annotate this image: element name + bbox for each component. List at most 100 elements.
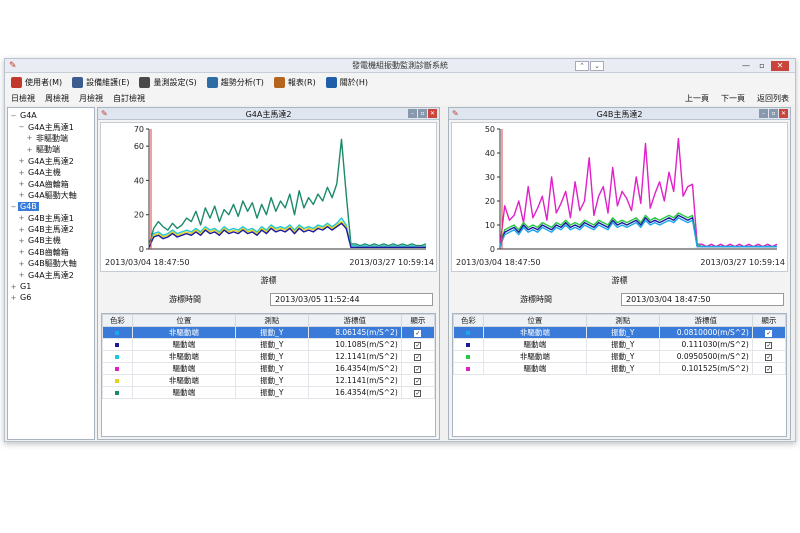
table-row[interactable]: 非驅動端 振動_Y 12.1141(m/S^2) ✓ (102, 374, 435, 387)
visible-checkbox[interactable]: ✓ (414, 354, 422, 361)
menu-item-settings[interactable]: 量測設定(S) (139, 76, 197, 88)
cursor-time-field[interactable]: 2013/03/04 18:47:50 (621, 292, 784, 306)
table-row[interactable]: 驅動端 振動_Y 10.1085(m/S^2) ✓ (102, 338, 435, 351)
tree-node[interactable]: + G4A主馬達2 (8, 269, 94, 280)
chart-svg[interactable]: 0 20 40 60 70 2013/03/04 18:47:50 2013/03/27 1… (101, 123, 438, 271)
visible-checkbox[interactable]: ✓ (414, 330, 422, 337)
tree-node[interactable]: − G4A (8, 110, 94, 121)
visible-checkbox[interactable]: ✓ (765, 342, 773, 349)
visible-checkbox[interactable]: ✓ (765, 366, 773, 373)
expand-icon[interactable]: + (26, 134, 33, 142)
expand-icon[interactable]: + (18, 180, 25, 188)
column-header[interactable]: 顯示 (400, 314, 435, 327)
column-header[interactable]: 顯示 (751, 314, 786, 327)
title-bar[interactable]: ✎ 發電機組振動監測診斷系統 ⌃ ⌄ — ▫ ✕ (5, 59, 795, 73)
tree-node[interactable]: + G1 (8, 281, 94, 292)
nav-button-0[interactable]: 上一頁 (685, 93, 709, 104)
expand-icon[interactable]: + (18, 157, 25, 165)
tree-node[interactable]: + G4B齒輪箱 (8, 247, 94, 258)
table-row[interactable]: 非驅動端 振動_Y 0.0950500(m/S^2) ✓ (453, 350, 786, 363)
visible-cell: ✓ (400, 374, 435, 387)
expand-icon[interactable]: + (18, 226, 25, 234)
tree-node[interactable]: + G4B驅動大軸 (8, 258, 94, 269)
ribbon-toggle[interactable]: ⌃ ⌄ (575, 61, 604, 71)
close-button[interactable]: ✕ (771, 61, 789, 71)
collapse-icon[interactable]: − (10, 203, 17, 211)
expand-icon[interactable]: + (18, 237, 25, 245)
nav-button-2[interactable]: 返回列表 (757, 93, 789, 104)
minimize-button[interactable]: — (739, 61, 753, 71)
panel-close-icon[interactable]: ✕ (779, 109, 788, 118)
menu-item-monitor[interactable]: 設備維護(E) (72, 76, 129, 88)
table-row[interactable]: 驅動端 振動_Y 16.4354(m/S^2) ✓ (102, 362, 435, 375)
expand-icon[interactable]: + (10, 294, 17, 302)
expand-icon[interactable]: + (18, 248, 25, 256)
column-header[interactable]: 測點 (585, 314, 660, 327)
view-button-3[interactable]: 自訂檢視 (113, 93, 145, 104)
ribbon-expand-icon[interactable]: ⌄ (590, 61, 604, 71)
panel-close-icon[interactable]: ✕ (428, 109, 437, 118)
panel-maximize-icon[interactable]: ▫ (769, 109, 778, 118)
expand-icon[interactable]: + (26, 146, 33, 154)
restore-button[interactable]: ▫ (755, 61, 769, 71)
visible-checkbox[interactable]: ✓ (414, 342, 422, 349)
tree-node[interactable]: − G4B (8, 201, 94, 212)
tree-node[interactable]: + G4B主馬達2 (8, 224, 94, 235)
visible-checkbox[interactable]: ✓ (414, 390, 422, 397)
menu-item-report[interactable]: 報表(R) (273, 76, 316, 88)
panel-title-bar[interactable]: ✎ G4A主馬達2 – ▫ ✕ (98, 108, 439, 120)
trend-chart[interactable]: 0 10 20 30 40 50 2013/03/04 18:47:50 2013/03/27… (451, 122, 788, 272)
view-button-2[interactable]: 月檢視 (79, 93, 103, 104)
column-header[interactable]: 位置 (482, 314, 587, 327)
collapse-icon[interactable]: − (18, 123, 25, 131)
expand-icon[interactable]: + (18, 271, 25, 279)
panel-title-bar[interactable]: ✎ G4B主馬達2 – ▫ ✕ (449, 108, 790, 120)
column-header[interactable]: 色彩 (453, 314, 484, 327)
column-header[interactable]: 測點 (234, 314, 309, 327)
tree-node[interactable]: + G4A驅動大軸 (8, 190, 94, 201)
column-header[interactable]: 位置 (131, 314, 236, 327)
device-tree[interactable]: − G4A − G4A主馬達1 + 非驅動端 + 驅動端 + G4A主馬達2 + G4A主機 + G4A齒… (7, 107, 95, 440)
collapse-icon[interactable]: − (10, 112, 17, 120)
column-header[interactable]: 游標值 (658, 314, 753, 327)
table-row[interactable]: 非驅動端 振動_Y 8.06145(m/S^2) ✓ (102, 326, 435, 339)
trend-chart[interactable]: 0 20 40 60 70 2013/03/04 18:47:50 2013/03/27 1… (100, 122, 437, 272)
table-row[interactable]: 非驅動端 振動_Y 12.1141(m/S^2) ✓ (102, 350, 435, 363)
table-row[interactable]: 驅動端 振動_Y 0.111030(m/S^2) ✓ (453, 338, 786, 351)
menu-item-user[interactable]: 使用者(M) (11, 76, 62, 88)
tree-node[interactable]: + G4A齒輪箱 (8, 178, 94, 189)
table-row[interactable]: 驅動端 振動_Y 16.4354(m/S^2) ✓ (102, 386, 435, 399)
visible-checkbox[interactable]: ✓ (765, 354, 773, 361)
expand-icon[interactable]: + (18, 169, 25, 177)
tree-node[interactable]: + 驅動端 (8, 144, 94, 155)
view-button-0[interactable]: 日檢視 (11, 93, 35, 104)
ribbon-collapse-icon[interactable]: ⌃ (575, 61, 589, 71)
table-row[interactable]: 驅動端 振動_Y 0.101525(m/S^2) ✓ (453, 362, 786, 375)
tree-node[interactable]: + G4B主馬達1 (8, 213, 94, 224)
chart-svg[interactable]: 0 10 20 30 40 50 2013/03/04 18:47:50 2013/03/27… (452, 123, 789, 271)
table-row[interactable]: 非驅動端 振動_Y 0.0810000(m/S^2) ✓ (453, 326, 786, 339)
column-header[interactable]: 色彩 (102, 314, 133, 327)
tree-node[interactable]: + G4B主機 (8, 235, 94, 246)
panel-minimize-icon[interactable]: – (759, 109, 768, 118)
tree-node[interactable]: + 非驅動端 (8, 133, 94, 144)
visible-checkbox[interactable]: ✓ (414, 366, 422, 373)
expand-icon[interactable]: + (18, 191, 25, 199)
menu-item-info[interactable]: 關於(H) (325, 76, 368, 88)
tree-node[interactable]: − G4A主馬達1 (8, 121, 94, 132)
cursor-time-field[interactable]: 2013/03/05 11:52:44 (270, 292, 433, 306)
tree-node[interactable]: + G4A主機 (8, 167, 94, 178)
expand-icon[interactable]: + (18, 260, 25, 268)
visible-checkbox[interactable]: ✓ (765, 330, 773, 337)
panel-minimize-icon[interactable]: – (408, 109, 417, 118)
view-button-1[interactable]: 周檢視 (45, 93, 69, 104)
column-header[interactable]: 游標值 (307, 314, 402, 327)
nav-button-1[interactable]: 下一頁 (721, 93, 745, 104)
tree-node[interactable]: + G6 (8, 292, 94, 303)
visible-checkbox[interactable]: ✓ (414, 378, 422, 385)
expand-icon[interactable]: + (18, 214, 25, 222)
panel-maximize-icon[interactable]: ▫ (418, 109, 427, 118)
expand-icon[interactable]: + (10, 283, 17, 291)
menu-item-trend[interactable]: 趨勢分析(T) (206, 76, 264, 88)
tree-node[interactable]: + G4A主馬達2 (8, 156, 94, 167)
